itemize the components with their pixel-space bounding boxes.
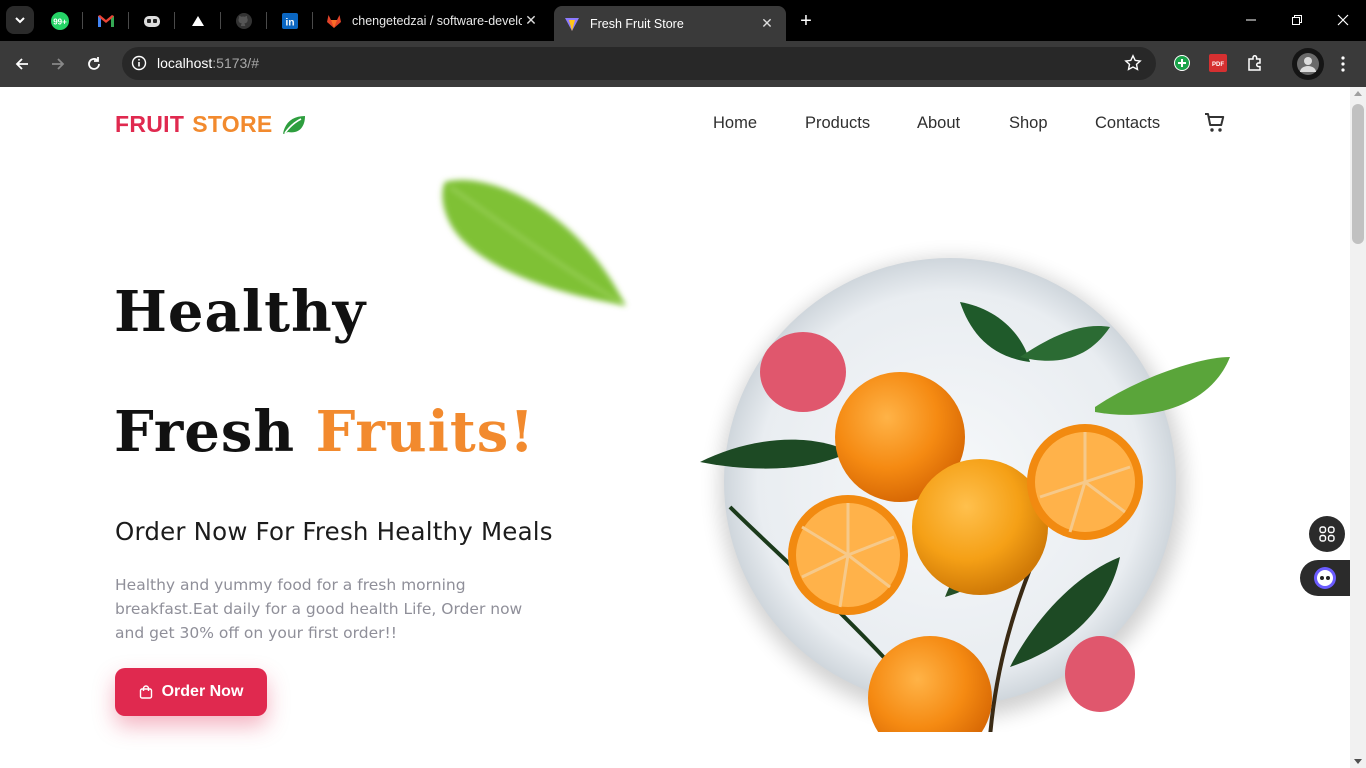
browser-tab-bar: 99+ in chengetedzai / software-develo ✕ … <box>0 0 1366 41</box>
pinned-tab-copilot[interactable] <box>131 7 173 34</box>
nav-home[interactable]: Home <box>713 114 757 133</box>
page-viewport: FRUIT STORE Home Products About Shop Con… <box>0 87 1350 768</box>
scroll-up-arrow-icon[interactable] <box>1354 91 1362 96</box>
pinned-tab-vercel[interactable] <box>177 7 219 34</box>
hero-title-fresh: Fresh <box>114 399 296 465</box>
floating-apps-button[interactable] <box>1309 516 1345 552</box>
restore-icon <box>1292 15 1302 25</box>
scroll-down-arrow-icon[interactable] <box>1354 759 1362 764</box>
vite-icon <box>565 17 579 31</box>
extensions-button[interactable] <box>1245 53 1265 73</box>
assistant-bot-icon <box>1314 567 1336 589</box>
chevron-down-icon <box>15 17 25 24</box>
github-icon <box>236 12 252 29</box>
pinned-tab-gmail[interactable] <box>85 7 127 34</box>
logo-word-store: STORE <box>192 111 273 137</box>
minimize-button[interactable] <box>1228 0 1274 40</box>
hero-title-fruits: Fruits! <box>315 399 535 465</box>
close-window-button[interactable] <box>1320 0 1366 40</box>
tab-fresh-fruit-store[interactable]: Fresh Fruit Store ✕ <box>554 6 786 41</box>
floating-leaf-image <box>442 179 626 306</box>
extension-add[interactable] <box>1172 53 1192 73</box>
shopping-bag-icon <box>139 685 152 699</box>
order-now-button[interactable]: Order Now <box>115 668 267 716</box>
svg-text:PDF: PDF <box>1212 62 1224 68</box>
nav-products[interactable]: Products <box>805 114 870 133</box>
leaf-icon <box>282 115 305 134</box>
address-bar[interactable]: localhost:5173/# <box>122 47 1156 80</box>
svg-text:in: in <box>286 17 295 28</box>
hero-title-line1: Healthy <box>114 279 367 345</box>
reload-icon <box>88 57 100 70</box>
close-icon <box>1337 14 1349 26</box>
linkedin-icon: in <box>282 12 298 29</box>
logo-word-fruit: FRUIT <box>115 111 185 137</box>
whatsapp-badge: 99+ <box>53 17 67 26</box>
url-host: localhost <box>157 55 213 71</box>
nav-shop[interactable]: Shop <box>1009 114 1048 133</box>
back-button[interactable] <box>10 52 34 76</box>
grid-icon <box>1319 526 1335 542</box>
tab-gitlab[interactable]: chengetedzai / software-develo ✕ <box>316 6 550 35</box>
minimize-icon <box>1246 19 1256 21</box>
site-info-icon[interactable] <box>131 55 147 71</box>
forward-button[interactable] <box>46 52 70 76</box>
hero-title-line2: Fresh Fruits! <box>114 399 535 465</box>
browser-menu-button[interactable] <box>1334 52 1352 76</box>
arrow-left-icon <box>15 58 28 70</box>
reload-button[interactable] <box>82 52 106 76</box>
hero-fruit-plate-image <box>700 258 1230 732</box>
puzzle-icon <box>1248 54 1261 71</box>
pdf-icon: PDF <box>1209 54 1227 72</box>
browser-toolbar: localhost:5173/# PDF <box>0 41 1366 87</box>
new-tab-button[interactable]: + <box>794 9 818 33</box>
kebab-menu-icon <box>1341 56 1345 72</box>
floating-assistant-button[interactable] <box>1300 560 1350 596</box>
tab-search-button[interactable] <box>6 6 34 34</box>
order-now-label: Order Now <box>161 683 244 700</box>
page-scrollbar[interactable] <box>1350 87 1366 768</box>
close-tab-icon[interactable]: ✕ <box>758 15 776 33</box>
profile-avatar[interactable] <box>1292 48 1324 80</box>
extension-pdf[interactable]: PDF <box>1208 53 1228 73</box>
whatsapp-icon: 99+ <box>51 11 69 30</box>
copilot-icon <box>144 15 160 27</box>
pinned-tab-github[interactable] <box>223 7 265 34</box>
site-logo[interactable]: FRUIT STORE <box>115 111 307 138</box>
gitlab-icon <box>327 14 341 28</box>
restore-button[interactable] <box>1274 0 1320 40</box>
cart-icon[interactable] <box>1203 111 1227 135</box>
pinned-tab-linkedin[interactable]: in <box>269 7 311 34</box>
vercel-icon <box>192 15 204 26</box>
nav-about[interactable]: About <box>917 114 960 133</box>
plus-circle-icon <box>1174 55 1190 71</box>
tab-title: Fresh Fruit Store <box>590 16 684 31</box>
nav-contacts[interactable]: Contacts <box>1095 114 1160 133</box>
gmail-icon <box>98 14 114 27</box>
scroll-thumb[interactable] <box>1352 104 1364 244</box>
hero-subtitle: Order Now For Fresh Healthy Meals <box>115 517 553 546</box>
hero-description: Healthy and yummy food for a fresh morni… <box>115 576 523 642</box>
pinned-tab-whatsapp[interactable]: 99+ <box>39 7 81 34</box>
arrow-right-icon <box>52 58 65 70</box>
tab-title: chengetedzai / software-develo <box>352 13 522 28</box>
avatar-icon <box>1297 53 1319 75</box>
bookmark-star-icon[interactable] <box>1124 54 1142 72</box>
close-tab-icon[interactable]: ✕ <box>522 12 540 30</box>
url-text: localhost:5173/# <box>157 55 259 71</box>
url-path: :5173/# <box>212 55 259 71</box>
